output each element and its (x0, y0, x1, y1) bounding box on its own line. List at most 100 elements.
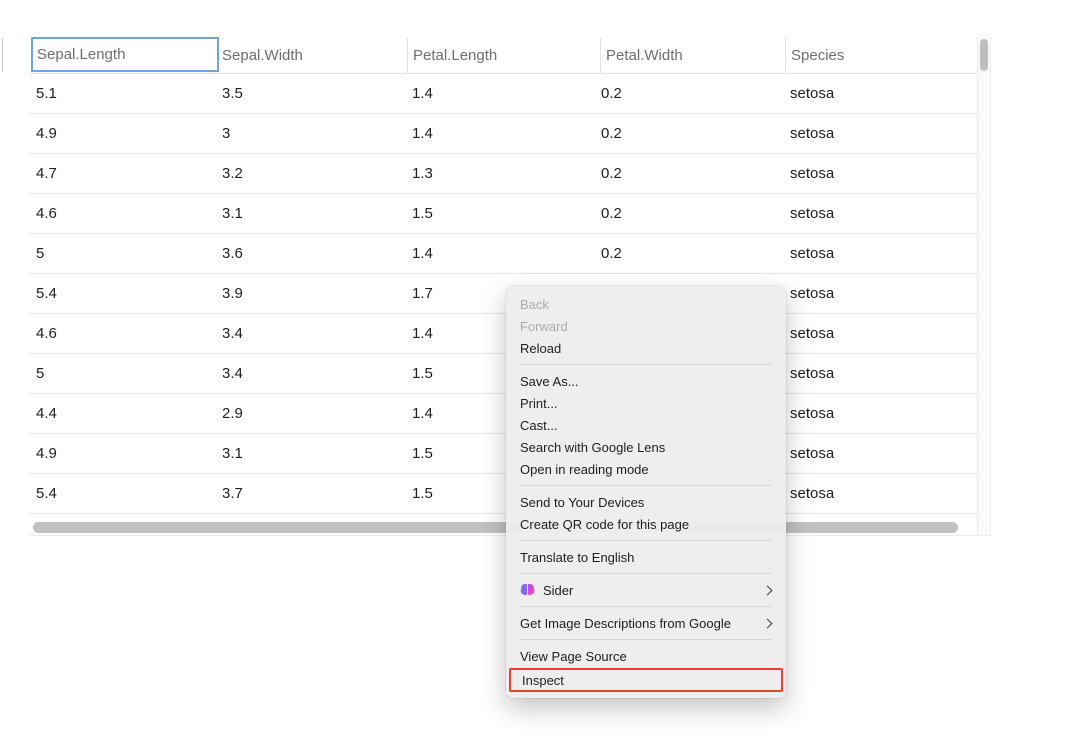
table-cell: 3.7 (222, 474, 243, 513)
table-cell: setosa (790, 74, 834, 113)
table-cell: setosa (790, 474, 834, 513)
table-cell: 1.5 (412, 474, 433, 513)
menu-item-send-to-your-devices[interactable]: Send to Your Devices (506, 491, 786, 513)
table-cell: setosa (790, 434, 834, 473)
menu-item-label: Get Image Descriptions from Google (520, 616, 764, 631)
table-cell: 1.4 (412, 394, 433, 433)
browser-page: Sepal.Length Sepal.Width Petal.Length Pe… (0, 0, 1065, 737)
table-cell: 0.2 (601, 74, 622, 113)
menu-item-label: Print... (520, 396, 774, 411)
menu-item-reload[interactable]: Reload (506, 337, 786, 359)
menu-item-open-in-reading-mode[interactable]: Open in reading mode (506, 458, 786, 480)
table-cell: 1.7 (412, 274, 433, 313)
table-cell: 5.4 (36, 474, 57, 513)
vertical-scrollbar-thumb[interactable] (980, 39, 988, 71)
menu-item-label: Search with Google Lens (520, 440, 774, 455)
menu-item-inspect[interactable]: Inspect (509, 668, 783, 692)
horizontal-scrollbar-thumb[interactable] (33, 522, 958, 533)
table-cell: setosa (790, 154, 834, 193)
table-cell: 2.9 (222, 394, 243, 433)
menu-item-back: Back (506, 293, 786, 315)
table-right-edge (990, 37, 991, 536)
column-header-petal-width[interactable]: Petal.Width (600, 38, 683, 73)
table-cell: 1.3 (412, 154, 433, 193)
column-header-species[interactable]: Species (785, 38, 844, 73)
table-row: 4.6 3.1 1.5 0.2 setosa (29, 194, 977, 234)
table-cell: 1.5 (412, 354, 433, 393)
table-cell: 4.6 (36, 194, 57, 233)
menu-item-label: Send to Your Devices (520, 495, 774, 510)
menu-separator (520, 485, 772, 486)
menu-item-label: View Page Source (520, 649, 774, 664)
menu-item-label: Back (520, 297, 774, 312)
menu-item-sider[interactable]: Sider (506, 579, 786, 601)
menu-item-view-page-source[interactable]: View Page Source (506, 645, 786, 667)
table-cell: setosa (790, 354, 834, 393)
table-cell: 5 (36, 234, 44, 273)
table-cell: setosa (790, 394, 834, 433)
menu-item-search-with-google-lens[interactable]: Search with Google Lens (506, 436, 786, 458)
table-cell: setosa (790, 114, 834, 153)
table-row: 4.63.41.4setosa (29, 314, 977, 354)
table-cell: 4.6 (36, 314, 57, 353)
menu-item-translate-to-english[interactable]: Translate to English (506, 546, 786, 568)
table-cell: 4.7 (36, 154, 57, 193)
table-row: 5.43.91.7setosa (29, 274, 977, 314)
table-cell: 0.2 (601, 114, 622, 153)
menu-item-forward: Forward (506, 315, 786, 337)
table-cell: 1.5 (412, 434, 433, 473)
table-cell: 4.4 (36, 394, 57, 433)
table-cell: 1.4 (412, 74, 433, 113)
table-row: 4.4 2.9 1.4 setosa (29, 394, 977, 434)
table-cell: 3.4 (222, 354, 243, 393)
table-cell: setosa (790, 194, 834, 233)
menu-item-label: Translate to English (520, 550, 774, 565)
table-row: 4.9 3 1.4 0.2 setosa (29, 114, 977, 154)
table-row: 5.4 3.7 1.5 setosa (29, 474, 977, 514)
table-header-row: Sepal.Length Sepal.Width Petal.Length Pe… (0, 37, 991, 74)
table-cell: 5.4 (36, 274, 57, 313)
menu-separator (520, 606, 772, 607)
menu-item-label: Open in reading mode (520, 462, 774, 477)
table-cell: 3.5 (222, 74, 243, 113)
table-cell: 5.1 (36, 74, 57, 113)
menu-item-label: Reload (520, 341, 774, 356)
menu-item-print[interactable]: Print... (506, 392, 786, 414)
table-cell: 3 (222, 114, 230, 153)
table-cell: 1.5 (412, 194, 433, 233)
column-header-sepal-width[interactable]: Sepal.Width (222, 38, 303, 73)
column-header-petal-length[interactable]: Petal.Length (407, 38, 497, 73)
table-cell: 1.4 (412, 114, 433, 153)
menu-item-save-as[interactable]: Save As... (506, 370, 786, 392)
table-cell: setosa (790, 234, 834, 273)
table-cell: 4.9 (36, 434, 57, 473)
table-cell: 3.2 (222, 154, 243, 193)
table-row: 4.73.21.30.2setosa (29, 154, 977, 194)
menu-item-label: Cast... (520, 418, 774, 433)
table-cell: 3.6 (222, 234, 243, 273)
menu-separator (520, 364, 772, 365)
table-cell: 3.1 (222, 194, 243, 233)
menu-separator (520, 540, 772, 541)
vertical-scrollbar-track[interactable] (977, 37, 990, 535)
column-header-sepal-length[interactable]: Sepal.Length (31, 37, 219, 72)
submenu-chevron-icon (763, 618, 773, 628)
table-cell: 1.4 (412, 234, 433, 273)
menu-item-create-qr-code[interactable]: Create QR code for this page (506, 513, 786, 535)
table-cell: 3.4 (222, 314, 243, 353)
menu-item-cast[interactable]: Cast... (506, 414, 786, 436)
table-cell: 5 (36, 354, 44, 393)
menu-separator (520, 573, 772, 574)
menu-item-get-image-descriptions[interactable]: Get Image Descriptions from Google (506, 612, 786, 634)
table-cell: 3.9 (222, 274, 243, 313)
context-menu: Back Forward Reload Save As... Print... Cast.… (506, 286, 786, 698)
table-cell: 4.9 (36, 114, 57, 153)
table-cell: 3.1 (222, 434, 243, 473)
table-cell: 0.2 (601, 234, 622, 273)
table-row: 5 3.6 1.4 0.2 setosa (29, 234, 977, 274)
menu-separator (520, 639, 772, 640)
table-row: 5.1 3.5 1.4 0.2 setosa (29, 74, 977, 114)
table-cell: 0.2 (601, 194, 622, 233)
table-body: 5.1 3.5 1.4 0.2 setosa 4.9 3 1.4 0.2 setosa 4.7 3.2… (29, 74, 977, 514)
menu-item-label: Create QR code for this page (520, 517, 774, 532)
